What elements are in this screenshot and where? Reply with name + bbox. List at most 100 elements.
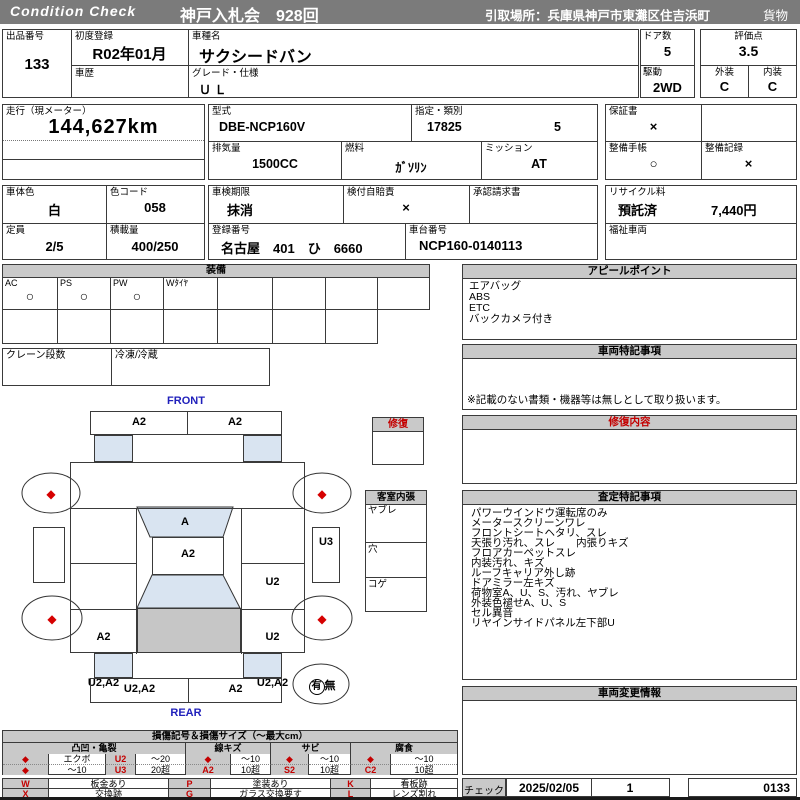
- legend-title: 損傷記号＆損傷サイズ（～最大cm）: [3, 731, 457, 743]
- windshield-code: A: [181, 516, 189, 528]
- chassis-no: NCP160-0140113: [419, 238, 523, 253]
- equip-cell-empty: [57, 309, 111, 344]
- equip-cell-pw: PW ○: [110, 277, 164, 310]
- exterior-grade: C: [719, 79, 730, 94]
- displacement: 1500CC: [252, 157, 298, 171]
- panel-code: U3: [318, 536, 334, 548]
- category-badge: 貨物: [763, 9, 789, 23]
- equip-cell-empty: [217, 277, 273, 310]
- code-cell: 板金あり: [49, 779, 169, 789]
- drive-label: 駆動: [643, 67, 663, 78]
- front-label: FRONT: [167, 395, 205, 407]
- panel-code: A2: [227, 416, 243, 428]
- legend-cell: ◆: [3, 765, 49, 775]
- mileage-box: 走行（現メーター） 144,627km: [2, 104, 205, 180]
- cabin-lining-box: 客室内張 ヤブレ 穴 コゲ: [365, 490, 427, 612]
- spare-tire-indicator: 有無: [294, 677, 350, 695]
- code-cell: ガラス交換要す: [211, 789, 331, 797]
- side-panel-right: U3: [312, 527, 340, 583]
- rear-bumper: U2,A2 A2: [90, 678, 282, 703]
- score-label: 評価点: [734, 31, 763, 42]
- approval-label: 承認請求書: [473, 187, 521, 198]
- reg-no: 名古屋 401 ひ 6660: [221, 241, 363, 256]
- equipment-title: 装備: [206, 265, 226, 276]
- appeal-box: アピールポイント エアバッグ ABS ETC バックカメラ付き: [462, 264, 797, 340]
- damage-legend-table: 損傷記号＆損傷サイズ（～最大cm） 凸凹・亀裂 線キズ サビ 腐食 ◆ エクボ …: [2, 730, 458, 775]
- auction-title: 神戸入札会 928回: [180, 8, 319, 25]
- lot-number-label: 出品番号: [6, 31, 45, 42]
- doors-drive-box: ドア数 5 駆動 2WD: [640, 29, 695, 98]
- body-color: 白: [47, 203, 61, 218]
- history-label: 車歴: [75, 68, 95, 79]
- equip-cell-empty: [110, 309, 164, 344]
- cabin-item-label: 穴: [368, 544, 378, 555]
- warranty-value: ×: [649, 119, 658, 134]
- legend-cell: ～10: [231, 754, 271, 765]
- equip-cell-empty: [2, 309, 58, 344]
- equip-cell-empty: [163, 309, 218, 344]
- check-label-cell: チェック: [462, 778, 506, 797]
- maintenance-book-value: ○: [649, 156, 658, 171]
- brand-logo: Condition Check: [10, 3, 137, 19]
- spare-none-mark: 無: [324, 680, 336, 692]
- repair-codes-table: W 板金あり P 塗装あり K 看板跡 X 交換跡 G ガラス交換要す L レン…: [2, 778, 458, 798]
- panel-code: U2: [265, 576, 280, 588]
- legend-group-dents: 凸凹・亀裂: [3, 743, 186, 754]
- side-panel-left: [33, 527, 65, 583]
- recycle-label: リサイクル料: [609, 187, 666, 198]
- capacity-label: 定員: [6, 225, 26, 236]
- rear-pillar-left: [94, 653, 133, 678]
- check-label: チェック: [464, 786, 504, 797]
- legend-cell: 10超: [414, 765, 434, 775]
- doors-value: 5: [663, 44, 672, 59]
- legend-group-rust: サビ: [271, 743, 351, 754]
- legend-cell: エクボ: [49, 754, 106, 765]
- appeal-title: アピールポイント: [463, 265, 796, 279]
- inspection-label: 車検期限: [212, 187, 251, 198]
- legend-group-corrosion: 腐食: [351, 743, 457, 754]
- legend-cell: S2: [271, 765, 309, 775]
- assessment-item: リヤインサイドパネル左下部U: [471, 617, 615, 629]
- cabin-item-label: コゲ: [368, 579, 388, 590]
- first-reg: R02年01月: [92, 46, 167, 63]
- equip-cell-empty: [217, 309, 273, 344]
- legend-cell: ～10: [391, 754, 457, 765]
- equip-cell-empty: [272, 309, 326, 344]
- equip-cell-wtire: Wﾀｲﾔ: [163, 277, 218, 310]
- legend-cell: 10超: [231, 765, 271, 775]
- legend-cell: U2: [106, 754, 136, 765]
- model-name-label: 車種名: [192, 31, 221, 42]
- condition-check-sheet: Condition Check 神戸入札会 928回 引取場所：兵庫県神戸市東灘…: [0, 0, 800, 800]
- vehicle-notes-title: 車両特記事項: [463, 345, 796, 359]
- legend-cell: U3: [106, 765, 136, 775]
- legend-cell: ◆: [351, 754, 391, 765]
- model-code-label: 型式: [212, 106, 232, 117]
- code-cell: K: [331, 779, 371, 789]
- repair-mini-title: 修復: [373, 418, 423, 432]
- legend-cell: 20超: [136, 765, 186, 775]
- vehicle-notes-box: 車両特記事項 ※記載のない書類・機器等は無しとして取り扱います。: [462, 344, 797, 410]
- displacement-label: 排気量: [212, 143, 241, 154]
- body-color-label: 車体色: [6, 187, 35, 198]
- grade: Ｕ Ｌ: [199, 83, 227, 97]
- legend-cell: C2: [351, 765, 391, 775]
- fridge-label: 冷凍/冷蔵: [115, 350, 158, 361]
- color-capacity-box: 車体色 白 色コード 058 定員 2/5 積載量 400/250: [2, 185, 205, 260]
- model-name: サクシードバン: [199, 49, 312, 66]
- code-cell: 交換跡: [49, 789, 169, 797]
- code-cell: G: [169, 789, 211, 797]
- fuel: ｶﾞｿﾘﾝ: [395, 161, 427, 175]
- model-code: DBE-NCP160V: [219, 120, 306, 134]
- rear-pillar-right: [243, 653, 282, 678]
- equip-cell-empty: [272, 277, 326, 310]
- interior-grade: C: [767, 79, 778, 94]
- code-cell: L: [331, 789, 371, 797]
- assessment-box: 査定特記事項 パワーウインドウ運転席のみ メータースクリーンワレ フロントシート…: [462, 490, 797, 680]
- class-no1: 17825: [427, 120, 462, 134]
- title-bar: Condition Check 神戸入札会 928回 引取場所：兵庫県神戸市東灘…: [0, 0, 800, 25]
- legend-cell: ～10: [309, 754, 351, 765]
- wheel-damage-mark: ◆: [317, 487, 327, 501]
- rear-label: REAR: [170, 707, 202, 719]
- interior-label: 内装: [762, 67, 782, 78]
- chassis-label: 車台番号: [409, 225, 448, 236]
